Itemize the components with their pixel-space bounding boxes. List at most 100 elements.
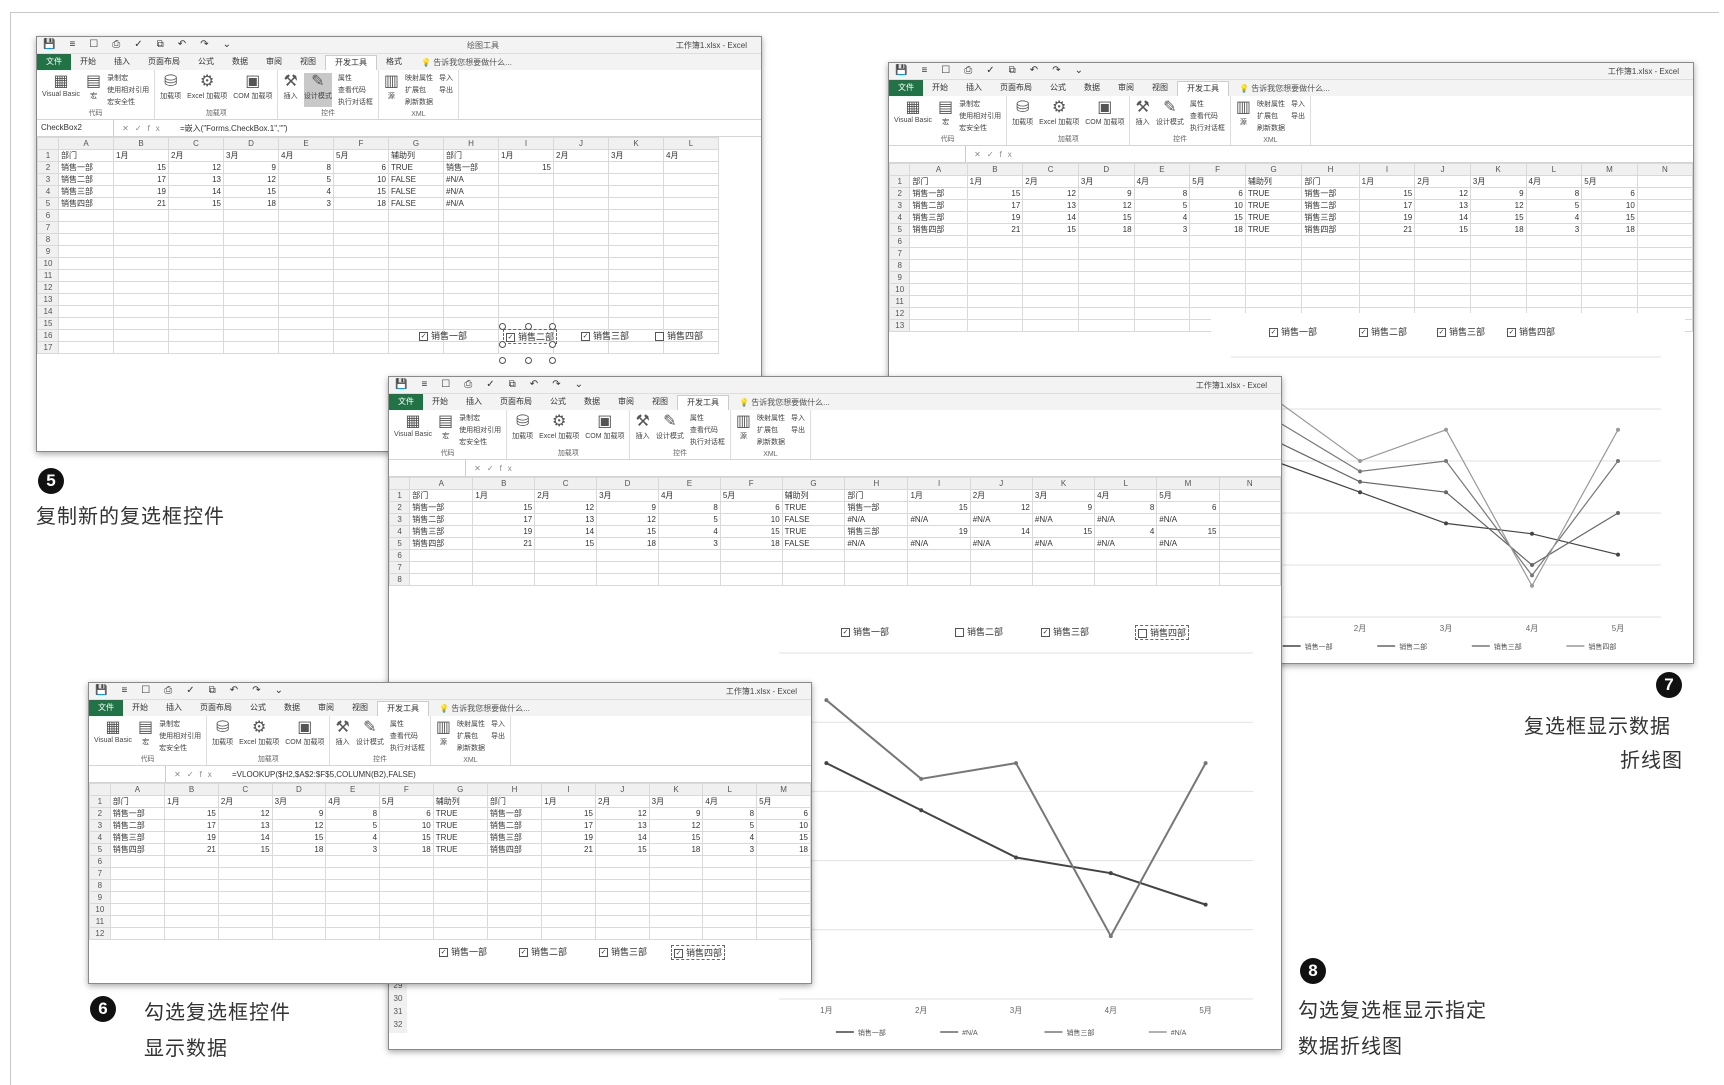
map-properties-button[interactable]: 映射属性 <box>757 413 785 423</box>
cell[interactable]: FALSE <box>388 197 444 210</box>
cell[interactable]: 2月 <box>217 795 273 808</box>
cell[interactable]: 销售二部 <box>58 173 114 186</box>
cell[interactable] <box>1077 259 1135 272</box>
cell[interactable] <box>1133 247 1191 260</box>
cell[interactable] <box>443 233 499 246</box>
cell[interactable] <box>702 867 758 880</box>
cell[interactable]: #N/A <box>844 537 909 550</box>
cell[interactable] <box>781 561 846 574</box>
data-point[interactable] <box>1203 761 1208 766</box>
formula-icons[interactable]: ✕✓fx <box>114 124 174 133</box>
cell[interactable]: 12 <box>596 513 659 526</box>
tab-7[interactable]: 视图 <box>343 700 377 716</box>
cell[interactable]: 部门 <box>1301 175 1360 188</box>
cell[interactable]: 销售三部 <box>58 185 114 198</box>
cell[interactable] <box>608 173 664 186</box>
data-point[interactable] <box>1616 511 1620 515</box>
checkbox-control[interactable]: 销售四部 <box>655 329 703 342</box>
tell-me-box[interactable]: 💡 告诉我您想要做什么... <box>1229 83 1330 94</box>
addin-button[interactable]: ⛁ 加载项 <box>212 719 233 753</box>
checkbox-control[interactable]: ✓ 销售四部 <box>671 945 726 960</box>
cell[interactable] <box>498 197 554 210</box>
column-header[interactable]: I <box>498 137 554 150</box>
cell[interactable] <box>1525 283 1583 296</box>
cell[interactable]: 15 <box>168 197 224 210</box>
map-properties-button[interactable]: 映射属性 <box>1257 99 1285 109</box>
new-file-icon[interactable]: ☐ <box>941 65 950 76</box>
cell[interactable]: 3 <box>657 537 721 550</box>
cell[interactable] <box>969 573 1033 586</box>
cell[interactable]: 13 <box>217 819 273 832</box>
more-icon[interactable]: ⌄ <box>275 685 283 696</box>
cell[interactable]: 19 <box>907 525 971 538</box>
cell[interactable] <box>909 235 968 248</box>
cell[interactable] <box>58 269 114 282</box>
data-point[interactable] <box>1014 855 1018 860</box>
column-header[interactable]: J <box>594 783 650 796</box>
cell[interactable] <box>966 235 1024 248</box>
cell[interactable]: 12 <box>1077 199 1135 212</box>
checkbox-box[interactable]: ✓ <box>439 948 448 958</box>
column-header[interactable]: M <box>1581 163 1638 176</box>
cell[interactable]: #N/A <box>844 513 909 526</box>
cell[interactable] <box>663 209 719 222</box>
row-number[interactable]: 16 <box>37 329 59 342</box>
cell[interactable] <box>223 317 279 330</box>
properties-button[interactable]: 属性 <box>690 413 725 423</box>
cell[interactable]: 15 <box>379 831 434 844</box>
cell[interactable] <box>1636 259 1693 272</box>
cell[interactable]: 17 <box>966 199 1024 212</box>
column-header[interactable]: G <box>432 783 488 796</box>
redo-icon[interactable]: ↷ <box>1052 65 1060 76</box>
cell[interactable] <box>702 927 758 940</box>
cell[interactable] <box>409 561 474 574</box>
cell[interactable] <box>1358 283 1416 296</box>
tab-5[interactable]: 数据 <box>223 54 257 70</box>
checkbox-control[interactable]: ✓ 销售一部 <box>419 329 467 342</box>
cell[interactable] <box>278 341 334 354</box>
cell[interactable] <box>663 197 719 210</box>
checkbox-box[interactable]: ✓ <box>1359 328 1368 338</box>
cell[interactable]: 6 <box>333 161 389 174</box>
cell[interactable] <box>58 257 114 270</box>
row-number[interactable]: 7 <box>889 247 911 260</box>
cell[interactable] <box>1022 295 1079 308</box>
resize-handle[interactable] <box>549 341 556 348</box>
cell[interactable] <box>164 891 219 904</box>
cell[interactable] <box>907 549 971 562</box>
row-number[interactable]: 1 <box>389 489 411 502</box>
cell[interactable]: 辅助列 <box>781 489 846 502</box>
screenshot-icon[interactable]: ⧉ <box>157 39 164 50</box>
cell[interactable] <box>271 927 327 940</box>
cell[interactable] <box>223 341 279 354</box>
cell[interactable]: 15 <box>596 525 659 538</box>
cell[interactable] <box>663 317 719 330</box>
row-number[interactable]: 8 <box>389 573 411 586</box>
cell[interactable] <box>498 293 554 306</box>
cell[interactable]: 销售二部 <box>909 199 968 212</box>
cell[interactable] <box>113 293 169 306</box>
cell[interactable] <box>58 221 114 234</box>
row-number[interactable]: 14 <box>37 305 59 318</box>
screenshot-icon[interactable]: ⧉ <box>509 379 516 390</box>
design-mode-button[interactable]: ✎ 设计模式 <box>656 413 684 447</box>
cell[interactable] <box>58 209 114 222</box>
column-header[interactable]: A <box>109 783 166 796</box>
cell[interactable] <box>379 927 434 940</box>
cell[interactable] <box>966 259 1024 272</box>
cell[interactable] <box>608 317 664 330</box>
cell[interactable] <box>164 903 219 916</box>
spelling-icon[interactable]: ✓ <box>186 685 194 696</box>
cell[interactable] <box>278 245 334 258</box>
cell[interactable]: 18 <box>1077 223 1135 236</box>
run-dialog-button[interactable]: 执行对话框 <box>690 437 725 447</box>
macro-button[interactable]: ▤ 宏 <box>138 719 153 753</box>
cell[interactable] <box>553 293 609 306</box>
cell[interactable] <box>1189 235 1246 248</box>
refresh-data-button[interactable]: 刷新数据 <box>1257 123 1285 133</box>
cell[interactable]: 5月 <box>1581 175 1638 188</box>
row-number[interactable]: 11 <box>889 295 911 308</box>
cell[interactable]: 销售四部 <box>109 843 166 856</box>
cell[interactable] <box>271 915 327 928</box>
view-code-button[interactable]: 查看代码 <box>1190 111 1225 121</box>
